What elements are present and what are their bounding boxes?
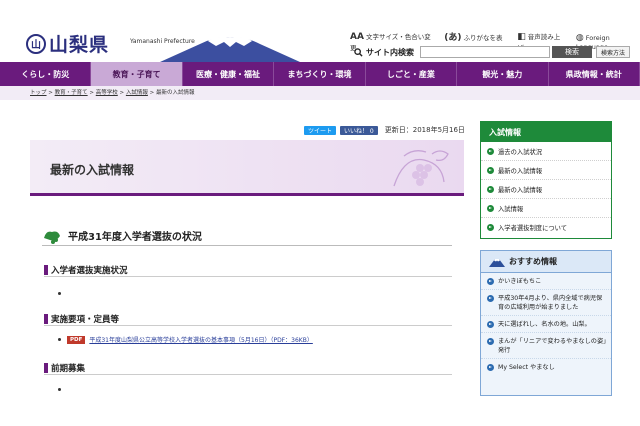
updated-date: 更新日：2018年5月16日 [384,126,465,134]
sidebar-title: 入試情報 [481,122,611,142]
font-size-icon: AA [350,32,364,42]
site-header: 山 山梨県 Yamanashi Prefecture AA 文字サイズ・色合い変更… [0,0,640,62]
nav-item-health[interactable]: 医療・健康・福祉 [183,62,275,86]
subheading-early-recruitment: 前期募集 [44,361,452,375]
arrow-right-icon [487,166,494,174]
search-input[interactable] [420,46,550,58]
exam-info-sidebar: 入試情報 過去の入試状況 最新の入試情報 最新の入試情報 入試情報 入学者選抜制… [480,121,612,239]
nav-item-tourism[interactable]: 観光・魅力 [457,62,549,86]
search-icon [354,47,363,57]
pdf-link[interactable]: 平成31年度山梨県公立高等学校入学者選抜の基本事項（5月16日）（PDF：36K… [89,335,312,344]
mount-fuji-icon [160,37,300,62]
breadcrumb-current: 最新の入試情報 [156,90,195,96]
arrow-right-icon [487,185,494,193]
site-search: サイト内検索 検索 検索方法 [354,46,631,58]
breadcrumb-top[interactable]: トップ [30,90,47,96]
arrow-right-icon [487,204,494,212]
recommended-item[interactable]: 平成30年4月より、県内全域で病児保育の広域利用が始まりました [481,290,611,316]
heading-marker [44,264,48,275]
global-nav: くらし・防災 教育・子育て 医療・健康・福祉 まちづくり・環境 しごと・産業 観… [0,62,640,86]
tweet-button[interactable]: ツイート [304,125,337,135]
grape-leaf-icon [44,231,60,244]
arrow-right-icon [487,338,494,345]
sidebar-item-exam-info[interactable]: 入試情報 [481,199,611,218]
arrow-right-icon [487,278,494,285]
recommended-sidebar: おすすめ情報 かいきぼもちこ 平成30年4月より、県内全域で病児保育の広域利用が… [480,250,612,396]
mount-fuji-icon [489,258,505,267]
section-heading: 平成31年度入学者選抜の状況 [42,226,452,246]
breadcrumb-exam-info[interactable]: 入試情報 [126,90,148,96]
pdf-icon: PDF [67,335,86,344]
list-bullet [58,292,61,295]
list-bullet [58,338,61,341]
recommended-title: おすすめ情報 [481,251,611,273]
page-bottom [0,398,640,426]
globe-icon: ◍ [575,32,584,43]
prefecture-emblem-icon: 山 [26,33,46,54]
arrow-right-icon [487,147,494,155]
nav-item-government[interactable]: 県政情報・統計 [549,62,640,86]
section-heading-text: 平成31年度入学者選抜の状況 [68,232,202,243]
sidebar-item-latest[interactable]: 最新の入試情報 [481,161,611,180]
grape-decoration-icon [393,150,449,187]
search-label: サイト内検索 [366,47,414,57]
arrow-right-icon [487,224,494,231]
breadcrumb: トップ > 教育・子育て > 高等学校 > 入試情報 > 最新の入試情報 [0,86,640,100]
sidebar-item-system[interactable]: 入学者選抜制度について [481,218,611,237]
recommended-item[interactable]: まんが「リニアで変わるやまなしの姿」発行 [481,333,611,359]
speaker-icon: ◧ [517,32,526,42]
list-bullet [58,388,61,391]
subheading-status: 入学者選抜実施状況 [44,263,452,277]
nav-item-living[interactable]: くらし・防災 [0,62,92,86]
like-button[interactable]: いいね！ 0 [340,125,378,135]
subheading-guidelines: 実施要項・定員等 [44,312,452,326]
nav-item-education[interactable]: 教育・子育て [91,62,183,86]
sidebar-item-latest-2[interactable]: 最新の入試情報 [481,180,611,199]
arrow-right-icon [487,364,494,371]
title-banner: 最新の入試情報 [30,140,464,196]
arrow-right-icon [487,295,494,302]
recommended-item[interactable]: 天に選ばれし、名水の地。山梨。 [481,316,611,333]
recommended-item[interactable]: かいきぼもちこ [481,273,611,290]
search-method-button[interactable]: 検索方法 [596,46,631,58]
recommended-item[interactable]: My Select やまなし [481,359,611,375]
logo-text: 山梨県 [49,34,110,56]
search-button[interactable]: 検索 [552,46,592,58]
heading-marker [44,362,48,373]
nav-item-town[interactable]: まちづくり・環境 [274,62,366,86]
nav-item-work[interactable]: しごと・産業 [366,62,458,86]
sidebar-item-past[interactable]: 過去の入試状況 [481,142,611,161]
pdf-list-item: PDF 平成31年度山梨県公立高等学校入学者選抜の基本事項（5月16日）（PDF… [58,335,313,344]
site-logo[interactable]: 山 山梨県 [26,30,109,57]
arrow-right-icon [487,321,494,328]
breadcrumb-education[interactable]: 教育・子育て [55,90,88,96]
page-title: 最新の入試情報 [50,163,135,177]
breadcrumb-high-school[interactable]: 高等学校 [96,90,118,96]
furigana-icon: (あ) [444,33,462,43]
share-bar: ツイート いいね！ 0 更新日：2018年5月16日 [304,125,465,135]
heading-marker [44,313,48,324]
